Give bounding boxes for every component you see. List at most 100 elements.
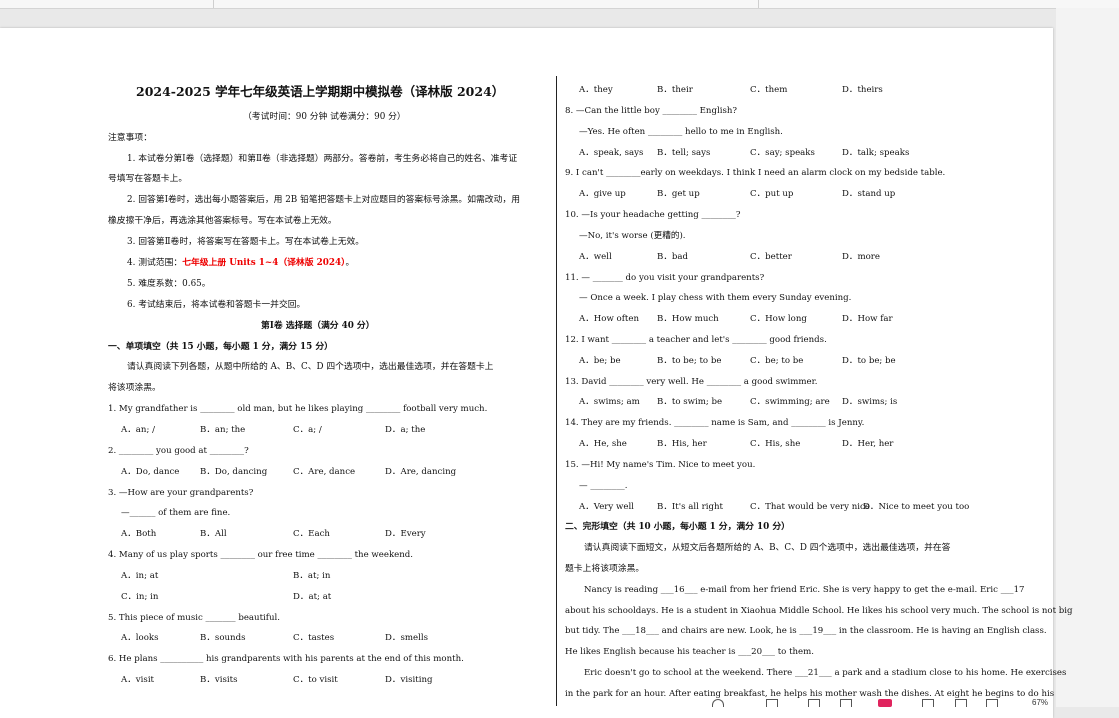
question-14: 14. They are my friends. ________ name i… — [565, 418, 865, 428]
section1-instruction: 将该项涂黑。 — [108, 383, 161, 393]
question-2: 2. ________ you good at ________? — [108, 446, 249, 456]
notice-line: 3. 回答第Ⅱ卷时，将答案写在答题卡上。写在本试卷上无效。 — [127, 237, 365, 247]
notice-line: 2. 回答第Ⅰ卷时，选出每小题答案后，用 2B 铅笔把答题卡上对应题目的答案标号… — [127, 195, 520, 205]
option-d: D．stand up — [842, 189, 896, 199]
option-b: B．to be; to be — [657, 356, 722, 366]
option-b: B．Do, dancing — [200, 467, 268, 477]
option-a: A．He, she — [579, 439, 627, 449]
grid-view-icon[interactable] — [922, 699, 934, 707]
passage-line: Eric doesn't go to school at the weekend… — [584, 668, 1067, 678]
option-c: C．to visit — [293, 675, 338, 685]
question-3: 3. —How are your grandparents? — [108, 488, 254, 498]
option-d: D．Are, dancing — [385, 467, 457, 477]
doc-title: 2024-2025 学年七年级英语上学期期中模拟卷（译林版 2024） — [136, 84, 505, 99]
part1-heading: 第Ⅰ卷 选择题（满分 40 分） — [261, 321, 375, 331]
question-11-reply: — Once a week. I play chess with them ev… — [579, 293, 852, 303]
option-a: A．looks — [121, 633, 159, 643]
option-c: C．tastes — [293, 633, 335, 643]
fit-page-icon[interactable] — [955, 699, 967, 707]
option-b: B．their — [657, 85, 693, 95]
option-a: A．speak, says — [579, 148, 644, 158]
option-b: B．at; in — [293, 571, 331, 581]
notice-period: 。 — [345, 258, 355, 268]
option-a: A．they — [579, 85, 613, 95]
option-d: D．more — [842, 252, 881, 262]
option-c: C．better — [750, 252, 792, 262]
question-12: 12. I want ________ a teacher and let's … — [565, 335, 827, 345]
doc-subtitle: （考试时间：90 分钟 试卷满分：90 分） — [243, 112, 406, 122]
option-b: B．bad — [657, 252, 689, 262]
save-icon[interactable] — [766, 699, 778, 707]
question-3-reply: —______ of them are fine. — [121, 508, 231, 518]
option-a: A．How often — [579, 314, 639, 324]
option-c: C．Are, dance — [293, 467, 356, 477]
option-b: B．get up — [657, 189, 700, 199]
option-b: B．sounds — [200, 633, 246, 643]
question-15: 15. —Hi! My name's Tim. Nice to meet you… — [565, 460, 756, 470]
question-4: 4. Many of us play sports ________ our f… — [108, 550, 414, 560]
option-a: A．Do, dance — [121, 467, 180, 477]
question-1: 1. My grandfather is ________ old man, b… — [108, 404, 488, 414]
question-8-reply: —Yes. He often ________ hello to me in E… — [579, 127, 783, 137]
option-b: B．All — [200, 529, 227, 539]
option-d: D．visiting — [385, 675, 433, 685]
two-page-icon[interactable] — [840, 699, 852, 707]
question-5: 5. This piece of music _______ beautiful… — [108, 613, 280, 623]
question-10-reply: —No, it's worse (更糟的). — [579, 231, 686, 241]
option-c: C．them — [750, 85, 788, 95]
option-c: C．Each — [293, 529, 330, 539]
option-c: C．say; speaks — [750, 148, 815, 158]
passage-line: about his schooldays. He is a student in… — [565, 606, 1073, 616]
question-9: 9. I can't ________early on weekdays. I … — [565, 168, 946, 178]
viewer-side-panel — [1056, 8, 1119, 707]
option-a: A．give up — [579, 189, 626, 199]
notice-line: 5. 难度系数：0.65。 — [127, 279, 211, 289]
option-a: A．be; be — [579, 356, 621, 366]
option-a: A．Very well — [579, 502, 634, 512]
question-10: 10. —Is your headache getting ________? — [565, 210, 741, 220]
option-b: B．visits — [200, 675, 238, 685]
option-b: B．an; the — [200, 425, 246, 435]
option-d: D．theirs — [842, 85, 883, 95]
option-c: C．How long — [750, 314, 807, 324]
passage-line: Nancy is reading ___16___ e-mail from he… — [584, 585, 1025, 595]
zoom-level[interactable]: 67% — [1032, 698, 1048, 707]
toolbar-separator — [213, 0, 214, 8]
section2-instruction: 请认真阅读下面短文，从短文后各题所给的 A、B、C、D 四个选项中，选出最佳选项… — [584, 543, 951, 553]
test-range-highlight: 七年级上册 Units 1~4（译林版 2024） — [182, 258, 346, 268]
fullscreen-icon[interactable] — [986, 699, 998, 707]
question-11: 11. — _______ do you visit your grandpar… — [565, 273, 765, 283]
section2-instruction: 题卡上将该项涂黑。 — [565, 564, 645, 574]
passage-line: but tidy. The ___18___ and chairs are ne… — [565, 626, 1047, 636]
option-b: B．to swim; be — [657, 397, 723, 407]
notice-line: 6. 考试结束后，将本试卷和答题卡一并交回。 — [127, 300, 306, 310]
option-a: A．Both — [121, 529, 157, 539]
question-6: 6. He plans __________ his grandparents … — [108, 654, 464, 664]
option-d: D．talk; speaks — [842, 148, 910, 158]
option-c: C．a; / — [293, 425, 322, 435]
option-a: A．well — [579, 252, 612, 262]
option-c: C．put up — [750, 189, 794, 199]
option-d: D．at; at — [293, 592, 332, 602]
option-d: D．to be; be — [842, 356, 896, 366]
question-15-reply: — ________. — [579, 481, 628, 491]
globe-icon[interactable] — [712, 699, 724, 707]
question-8: 8. —Can the little boy ________ English? — [565, 106, 737, 116]
column-divider — [556, 76, 557, 706]
option-d: D．Nice to meet you too — [863, 502, 970, 512]
option-d: D．swims; is — [842, 397, 898, 407]
section1-heading: 一、单项填空（共 15 小题，每小题 1 分，满分 15 分） — [108, 342, 333, 352]
option-c: C．be; to be — [750, 356, 804, 366]
option-a: A．swims; am — [579, 397, 640, 407]
app-badge-icon[interactable] — [878, 699, 892, 707]
notice-range-label: 4. 测试范围： — [127, 258, 183, 268]
option-c: C．His, she — [750, 439, 801, 449]
option-a: A．an; / — [121, 425, 155, 435]
question-13: 13. David ________ very well. He _______… — [565, 377, 818, 387]
notice-line: 4. 测试范围：七年级上册 Units 1~4（译林版 2024）。 — [127, 258, 354, 269]
page-view-icon[interactable] — [808, 699, 820, 707]
option-b: B．How much — [657, 314, 719, 324]
toolbar-separator — [758, 0, 759, 8]
top-toolbar — [0, 0, 1119, 9]
option-b: B．It's all right — [657, 502, 723, 512]
